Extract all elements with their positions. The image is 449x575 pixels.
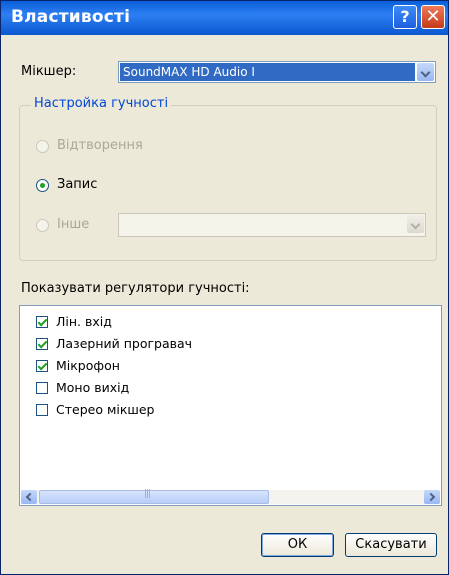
radio-recording[interactable]: [36, 179, 49, 192]
checkbox-line-in[interactable]: [36, 316, 48, 328]
checkbox-stereo-mix[interactable]: [36, 404, 48, 416]
checkbox-cd-player[interactable]: [36, 338, 48, 350]
checkbox-microphone[interactable]: [36, 360, 48, 372]
ok-button[interactable]: ОК: [261, 533, 334, 557]
window-title: Властивості: [11, 7, 131, 27]
help-button[interactable]: ?: [393, 5, 417, 29]
other-dropdown[interactable]: [118, 213, 426, 237]
mixer-value: SoundMAX HD Audio I: [120, 63, 415, 81]
radio-playback[interactable]: [36, 140, 49, 153]
chevron-down-icon[interactable]: [417, 63, 434, 81]
properties-dialog: Властивості ? ✕ Мікшер: SoundMAX HD Audi…: [0, 0, 449, 575]
checkbox-mono-out[interactable]: [36, 382, 48, 394]
scrollbar-thumb[interactable]: [39, 489, 269, 504]
radio-other-label: Інше: [57, 217, 90, 232]
volume-settings-title: Настройка гучності: [31, 96, 172, 111]
radio-playback-label: Відтворення: [57, 138, 143, 153]
list-item-label: Моно вихід: [56, 380, 130, 395]
radio-recording-label: Запис: [57, 177, 98, 192]
list-item-label: Лазерний програвач: [56, 336, 193, 351]
radio-other[interactable]: [36, 219, 49, 232]
chevron-down-icon[interactable]: [407, 215, 424, 233]
horizontal-scrollbar[interactable]: [21, 489, 440, 504]
controls-label: Показувати регулятори гучності:: [21, 281, 250, 296]
title-bar[interactable]: Властивості ? ✕: [1, 1, 448, 35]
list-item-label: Лін. вхід: [56, 314, 112, 329]
close-button[interactable]: ✕: [421, 5, 445, 29]
scroll-left-icon[interactable]: [21, 490, 37, 504]
mixer-dropdown[interactable]: SoundMAX HD Audio I: [118, 61, 436, 83]
cancel-button[interactable]: Скасувати: [345, 533, 437, 557]
list-item-label: Стерео мікшер: [56, 402, 155, 417]
list-item-label: Мікрофон: [56, 358, 120, 373]
volume-controls-list[interactable]: Лін. вхід Лазерний програвач Мікрофон Мо…: [19, 305, 442, 506]
mixer-label: Мікшер:: [21, 64, 77, 79]
scroll-right-icon[interactable]: [424, 490, 440, 504]
